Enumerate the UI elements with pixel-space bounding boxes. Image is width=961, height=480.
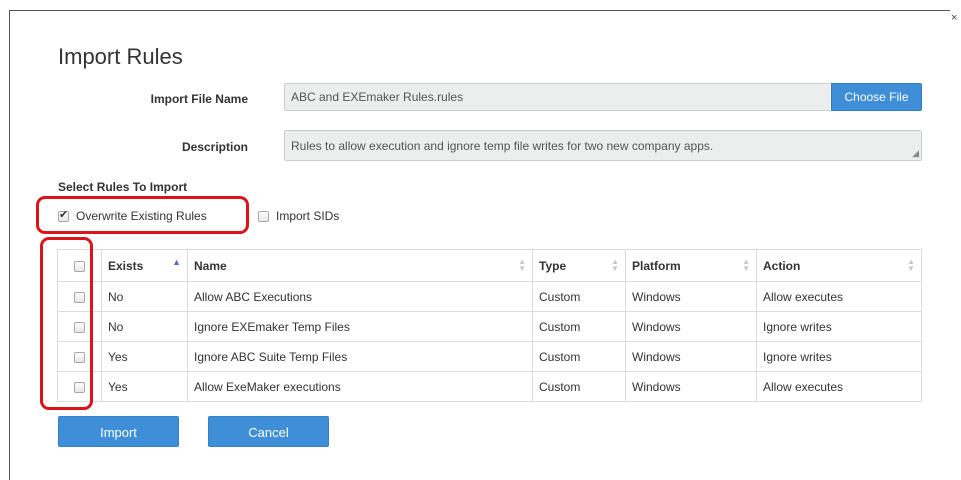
cancel-button[interactable]: Cancel bbox=[208, 416, 329, 447]
cell-type: Custom bbox=[532, 341, 626, 372]
cell-platform: Windows bbox=[625, 371, 757, 402]
import-sids-option[interactable]: Import SIDs bbox=[258, 209, 339, 223]
cell-exists: Yes bbox=[101, 341, 188, 372]
column-header-type-label: Type bbox=[539, 258, 567, 273]
description-label: Description bbox=[181, 140, 248, 154]
sort-icon[interactable]: ▲ ▼ bbox=[742, 258, 750, 273]
description-text: Rules to allow execution and ignore temp… bbox=[291, 139, 714, 153]
import-file-name-field[interactable]: ABC and EXEmaker Rules.rules bbox=[284, 83, 830, 111]
import-button[interactable]: Import bbox=[58, 416, 179, 447]
highlight-checkbox-column-annotation bbox=[40, 237, 93, 410]
column-header-name-label: Name bbox=[194, 258, 227, 273]
cell-exists: Yes bbox=[101, 371, 188, 402]
import-sids-checkbox[interactable] bbox=[258, 210, 269, 222]
column-header-exists[interactable]: Exists ▲ bbox=[101, 249, 188, 282]
dialog-frame: × bbox=[0, 0, 961, 480]
choose-file-button[interactable]: Choose File bbox=[831, 83, 922, 111]
cell-name: Ignore EXEmaker Temp Files bbox=[187, 311, 533, 342]
column-header-name[interactable]: Name ▲ ▼ bbox=[187, 249, 533, 282]
table-row[interactable]: Yes Ignore ABC Suite Temp Files Custom W… bbox=[57, 341, 922, 372]
cell-exists: No bbox=[101, 281, 188, 312]
import-file-name-label: Import File Name bbox=[150, 92, 248, 106]
cell-action: Ignore writes bbox=[756, 341, 922, 372]
cell-platform: Windows bbox=[625, 311, 757, 342]
cell-type: Custom bbox=[532, 311, 626, 342]
cell-action: Allow executes bbox=[756, 281, 922, 312]
select-rules-label: Select Rules To Import bbox=[58, 180, 188, 194]
sort-icon[interactable]: ▲ ▼ bbox=[611, 258, 619, 273]
dialog-title: Import Rules bbox=[58, 44, 183, 69]
frame-border-top bbox=[9, 10, 950, 11]
table-row[interactable]: No Ignore EXEmaker Temp Files Custom Win… bbox=[57, 311, 922, 342]
table-row[interactable]: Yes Allow ExeMaker executions Custom Win… bbox=[57, 371, 922, 402]
frame-border-left bbox=[9, 10, 10, 480]
import-sids-label: Import SIDs bbox=[276, 209, 340, 223]
cell-platform: Windows bbox=[625, 341, 757, 372]
column-header-action[interactable]: Action ▲ ▼ bbox=[756, 249, 922, 282]
cell-type: Custom bbox=[532, 371, 626, 402]
cell-name: Ignore ABC Suite Temp Files bbox=[187, 341, 533, 372]
resize-grip-icon[interactable]: ◢ bbox=[912, 148, 919, 159]
sort-icon[interactable]: ▲ ▼ bbox=[518, 258, 526, 273]
highlight-overwrite-annotation bbox=[36, 196, 249, 234]
column-header-type[interactable]: Type ▲ ▼ bbox=[532, 249, 626, 282]
cell-type: Custom bbox=[532, 281, 626, 312]
column-header-platform[interactable]: Platform ▲ ▼ bbox=[625, 249, 757, 282]
table-row[interactable]: No Allow ABC Executions Custom Windows A… bbox=[57, 281, 922, 312]
column-header-exists-label: Exists bbox=[108, 258, 144, 273]
table-header-row: Exists ▲ Name ▲ ▼ Type ▲ ▼ Platform ▲ ▼ Act… bbox=[57, 249, 922, 282]
cell-name: Allow ABC Executions bbox=[187, 281, 533, 312]
cell-action: Allow executes bbox=[756, 371, 922, 402]
cell-exists: No bbox=[101, 311, 188, 342]
cell-name: Allow ExeMaker executions bbox=[187, 371, 533, 402]
description-field[interactable]: Rules to allow execution and ignore temp… bbox=[284, 130, 922, 161]
close-icon[interactable]: × bbox=[951, 12, 957, 24]
cell-action: Ignore writes bbox=[756, 311, 922, 342]
cell-platform: Windows bbox=[625, 281, 757, 312]
sort-icon[interactable]: ▲ ▼ bbox=[907, 258, 915, 273]
sort-ascending-icon[interactable]: ▲ bbox=[172, 258, 181, 267]
column-header-action-label: Action bbox=[763, 258, 801, 273]
column-header-platform-label: Platform bbox=[632, 258, 681, 273]
rules-table: Exists ▲ Name ▲ ▼ Type ▲ ▼ Platform ▲ ▼ Act… bbox=[57, 249, 922, 402]
